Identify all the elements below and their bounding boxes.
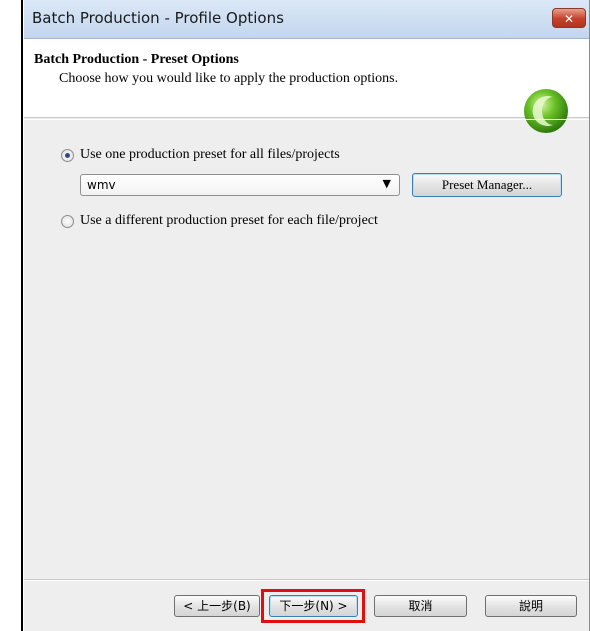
footer-separator-highlight (24, 580, 589, 581)
next-button-highlight (261, 589, 365, 623)
header-title: Batch Production - Preset Options (34, 52, 239, 67)
preset-manager-button[interactable]: Preset Manager... (412, 173, 562, 197)
cancel-button[interactable]: 取消 (374, 595, 467, 617)
header-separator (24, 119, 589, 120)
close-icon: ✕ (563, 12, 575, 26)
one-preset-label: Use one production preset for all files/… (80, 147, 340, 162)
one-preset-option[interactable]: Use one production preset for all files/… (61, 147, 340, 163)
chevron-down-icon: ▼ (382, 177, 391, 190)
preset-select-value: wmv (87, 178, 116, 192)
profile-options-dialog: Batch Production - Profile Options ✕ Bat… (24, 0, 590, 631)
different-preset-label: Use a different production preset for ea… (80, 213, 378, 228)
close-button[interactable]: ✕ (552, 8, 586, 28)
green-circle-logo-icon (524, 89, 568, 133)
one-preset-radio[interactable] (61, 148, 74, 162)
different-preset-option[interactable]: Use a different production preset for ea… (61, 213, 378, 229)
help-button[interactable]: 說明 (485, 595, 577, 617)
left-border-line (21, 0, 23, 631)
header-panel: Batch Production - Preset Options Choose… (24, 39, 589, 133)
back-button[interactable]: < 上一步(B) (174, 595, 260, 617)
different-preset-radio[interactable] (61, 214, 74, 228)
header-subtitle: Choose how you would like to apply the p… (59, 71, 399, 86)
window-title: Batch Production - Profile Options (32, 9, 284, 27)
title-bar[interactable]: Batch Production - Profile Options ✕ (24, 0, 589, 39)
preset-select[interactable]: wmv ▼ (80, 174, 400, 196)
